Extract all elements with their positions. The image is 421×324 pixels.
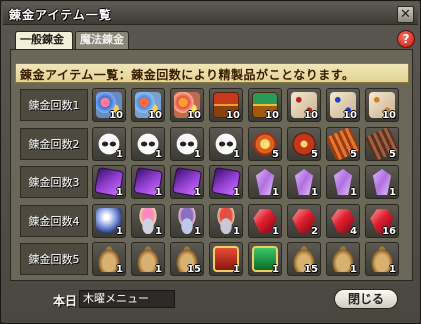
item-slot[interactable]: 4: [326, 204, 360, 238]
item-quantity: 1: [272, 226, 279, 237]
item-quantity: 15: [187, 264, 201, 275]
item-slot[interactable]: 5: [326, 127, 360, 161]
close-icon[interactable]: ✕: [397, 6, 414, 23]
item-slot[interactable]: 10: [287, 88, 321, 122]
item-quantity: 10: [148, 110, 162, 121]
item-quantity: 1: [194, 187, 201, 198]
item-slot[interactable]: 1: [326, 165, 360, 199]
item-slot[interactable]: 1: [365, 242, 399, 276]
item-quantity: 15: [304, 264, 318, 275]
row-label: 錬金回数3: [20, 166, 88, 198]
item-quantity: 1: [116, 226, 123, 237]
window-title: 錬金アイテム一覧: [9, 8, 112, 22]
item-slot[interactable]: 5: [287, 127, 321, 161]
item-slot[interactable]: 1: [209, 127, 243, 161]
title-bar[interactable]: 錬金アイテム一覧 ✕: [3, 3, 418, 25]
item-slot[interactable]: 1: [92, 204, 126, 238]
item-slot[interactable]: 1: [326, 242, 360, 276]
item-quantity: 1: [233, 149, 240, 160]
item-quantity: 10: [226, 110, 240, 121]
item-quantity: 10: [265, 110, 279, 121]
item-slot[interactable]: 10: [248, 88, 282, 122]
info-header-text: 錬金アイテム一覧：錬金回数により精製品がことなります。: [20, 68, 355, 82]
item-slot[interactable]: 1: [287, 165, 321, 199]
item-slot[interactable]: 1: [209, 242, 243, 276]
item-slot[interactable]: 1: [365, 165, 399, 199]
info-header: 錬金アイテム一覧：錬金回数により精製品がことなります。: [15, 63, 409, 83]
item-slot[interactable]: 10: [131, 88, 165, 122]
item-slot[interactable]: 10: [326, 88, 360, 122]
item-quantity: 10: [304, 110, 318, 121]
item-slot[interactable]: 5: [248, 127, 282, 161]
close-button[interactable]: 閉じる: [334, 289, 398, 309]
item-slot[interactable]: 1: [92, 165, 126, 199]
item-quantity: 5: [272, 149, 279, 160]
item-quantity: 1: [233, 187, 240, 198]
item-quantity: 16: [382, 226, 396, 237]
today-label: 本日: [53, 294, 78, 308]
item-quantity: 1: [272, 187, 279, 198]
item-quantity: 1: [194, 149, 201, 160]
item-slot[interactable]: 1: [248, 242, 282, 276]
item-slot[interactable]: 1: [170, 127, 204, 161]
item-slot[interactable]: 5: [365, 127, 399, 161]
row-label: 錬金回数4: [20, 205, 88, 237]
item-quantity: 1: [311, 187, 318, 198]
item-quantity: 1: [389, 264, 396, 275]
row-label: 錬金回数5: [20, 243, 88, 275]
item-slot[interactable]: 1: [131, 165, 165, 199]
item-quantity: 1: [155, 149, 162, 160]
item-quantity: 1: [233, 226, 240, 237]
alchemy-window: 錬金アイテム一覧 ✕ 一般錬金 魔法錬金 ? 錬金アイテム一覧：錬金回数により精…: [0, 0, 421, 324]
item-quantity: 1: [116, 149, 123, 160]
item-quantity: 1: [350, 187, 357, 198]
item-slot[interactable]: 1: [209, 204, 243, 238]
row-label: 錬金回数2: [20, 128, 88, 160]
item-quantity: 4: [350, 226, 357, 237]
item-quantity: 1: [389, 187, 396, 198]
tab-general-alchemy[interactable]: 一般錬金: [15, 31, 73, 49]
item-quantity: 5: [311, 149, 318, 160]
item-slot[interactable]: 1: [209, 165, 243, 199]
item-quantity: 10: [382, 110, 396, 121]
item-slot[interactable]: 1: [170, 204, 204, 238]
item-quantity: 1: [350, 264, 357, 275]
item-slot[interactable]: 2: [287, 204, 321, 238]
item-slot[interactable]: 10: [365, 88, 399, 122]
item-slot[interactable]: 10: [209, 88, 243, 122]
item-quantity: 1: [116, 264, 123, 275]
item-quantity: 1: [116, 187, 123, 198]
item-slot[interactable]: 1: [170, 165, 204, 199]
item-slot[interactable]: 1: [248, 165, 282, 199]
item-slot[interactable]: 10: [170, 88, 204, 122]
item-slot[interactable]: 1: [92, 242, 126, 276]
item-slot[interactable]: 15: [170, 242, 204, 276]
item-quantity: 1: [233, 264, 240, 275]
item-slot[interactable]: 15: [287, 242, 321, 276]
item-quantity: 10: [109, 110, 123, 121]
item-quantity: 10: [343, 110, 357, 121]
item-quantity: 10: [187, 110, 201, 121]
help-icon[interactable]: ?: [397, 30, 415, 48]
item-slot[interactable]: 1: [131, 204, 165, 238]
item-slot[interactable]: 1: [131, 242, 165, 276]
item-quantity: 1: [155, 264, 162, 275]
item-quantity: 5: [350, 149, 357, 160]
item-slot[interactable]: 1: [131, 127, 165, 161]
item-quantity: 1: [155, 226, 162, 237]
item-slot[interactable]: 1: [248, 204, 282, 238]
item-slot[interactable]: 1: [92, 127, 126, 161]
item-quantity: 1: [194, 226, 201, 237]
row-label: 錬金回数1: [20, 89, 88, 121]
item-slot[interactable]: 10: [92, 88, 126, 122]
tab-magic-alchemy[interactable]: 魔法錬金: [75, 31, 129, 49]
item-quantity: 2: [311, 226, 318, 237]
item-quantity: 5: [389, 149, 396, 160]
item-quantity: 1: [272, 264, 279, 275]
item-slot[interactable]: 16: [365, 204, 399, 238]
item-quantity: 1: [155, 187, 162, 198]
today-menu-field: 木曜メニュー: [79, 290, 175, 308]
